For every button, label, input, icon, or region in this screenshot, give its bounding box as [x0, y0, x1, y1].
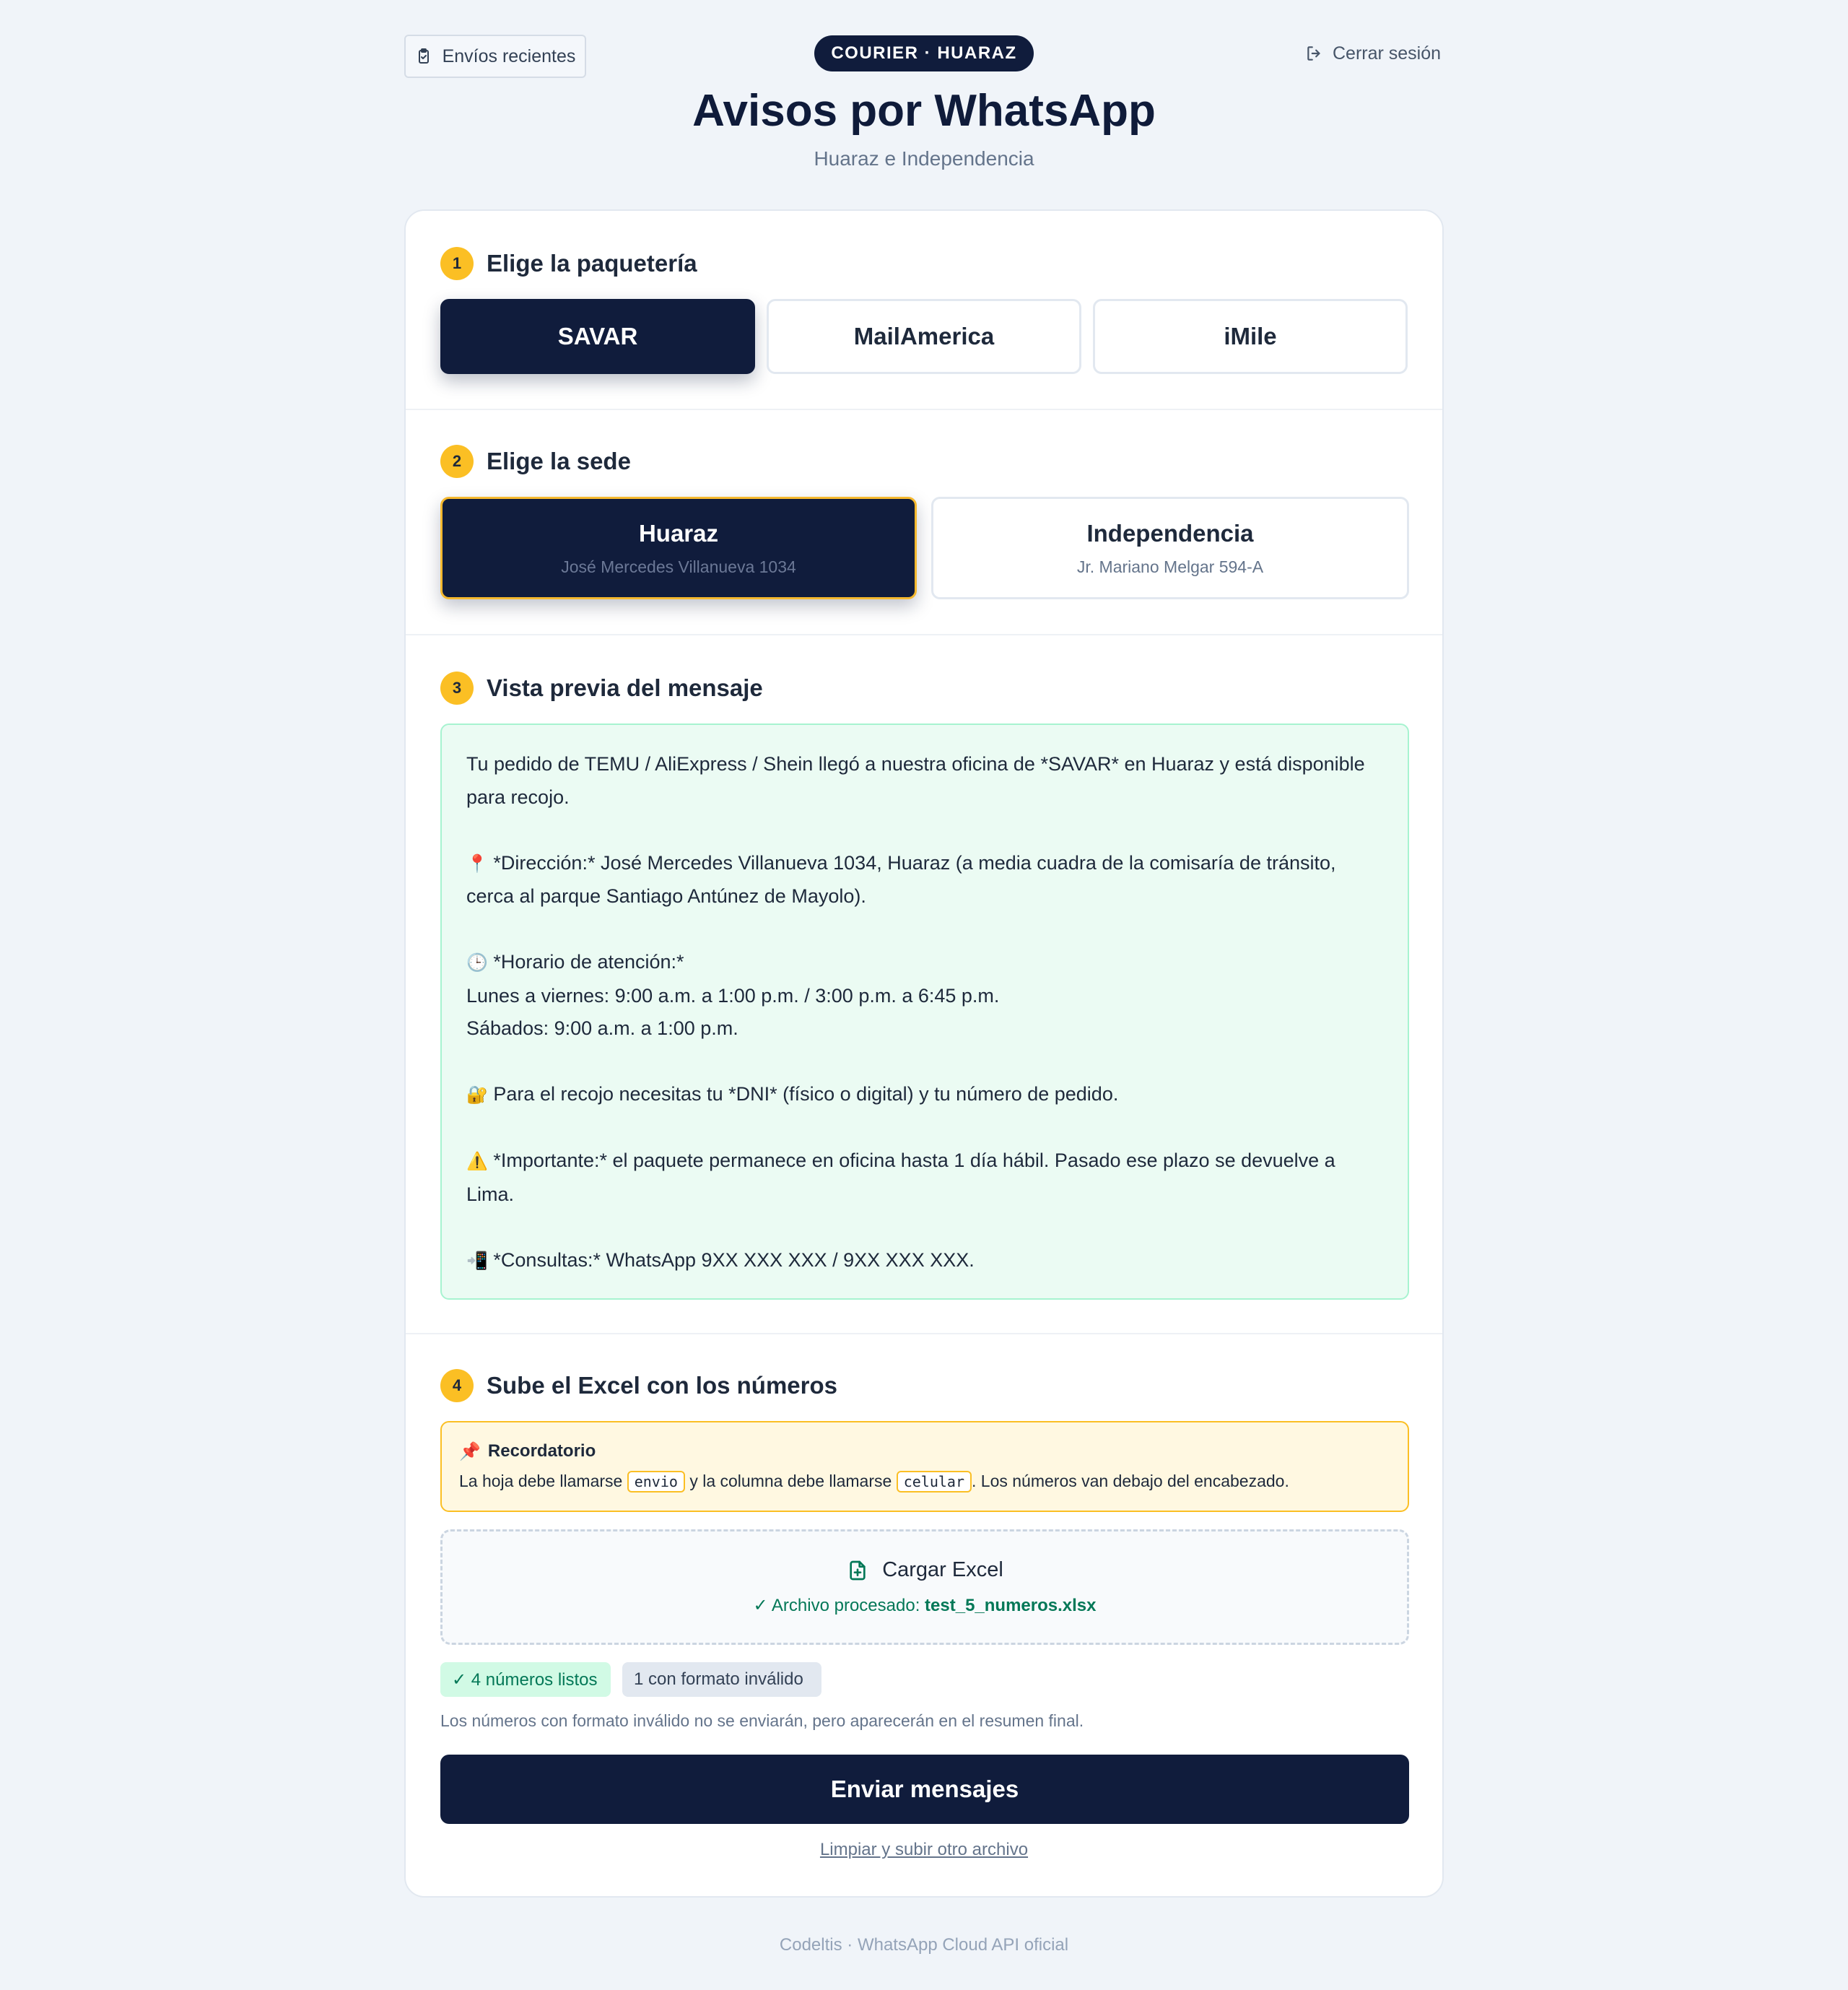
excel-upload-dropzone[interactable]: Cargar Excel ✓ Archivo procesado: test_5…	[440, 1529, 1409, 1645]
step-number: 3	[440, 672, 474, 705]
step-1-header: 1 Elige la paquetería	[440, 247, 697, 280]
preview-important: ⚠️ *Importante:* el paquete permanece en…	[466, 1150, 1335, 1205]
clear-upload-link[interactable]: Limpiar y subir otro archivo	[406, 1840, 1442, 1860]
file-plus-icon	[850, 1560, 866, 1580]
preview-intro: Tu pedido de TEMU / AliExpress / Shein l…	[466, 753, 1365, 808]
logout-button[interactable]: Cerrar sesión	[1305, 39, 1441, 68]
invalid-count-badge: 1 con formato inválido	[622, 1662, 821, 1697]
pin-icon: 📍	[466, 853, 488, 874]
step-number: 2	[440, 445, 474, 478]
step-title: Vista previa del mensaje	[487, 674, 763, 701]
recent-shipments-button[interactable]: Envíos recientes	[404, 35, 586, 78]
sede-name: Independencia	[1086, 519, 1254, 547]
sheet-name-code: envio	[627, 1471, 685, 1492]
sede-name: Huaraz	[638, 519, 719, 547]
sede-option-independencia[interactable]: Independencia Jr. Mariano Melgar 594-A	[931, 497, 1409, 599]
carrier-option-savar[interactable]: SAVAR	[440, 299, 755, 374]
courier-badge: COURIER · HUARAZ	[814, 35, 1034, 71]
logout-label: Cerrar sesión	[1333, 43, 1442, 64]
preview-requirements: 🔐 Para el recojo necesitas tu *DNI* (fís…	[466, 1083, 1119, 1105]
carrier-option-imile[interactable]: iMile	[1093, 299, 1408, 374]
invalid-note: Los números con formato inválido no se e…	[440, 1711, 1084, 1730]
upload-status: ✓ Archivo procesado: test_5_numeros.xlsx	[753, 1596, 1097, 1615]
preview-contact: 📲 *Consultas:* WhatsApp 9XX XXX XXX / 9X…	[466, 1248, 975, 1271]
step-4-header: 4 Sube el Excel con los números	[440, 1369, 837, 1402]
section-divider	[406, 409, 1442, 410]
clipboard-check-icon	[418, 48, 429, 64]
step-number: 1	[440, 247, 474, 280]
main-card: 1 Elige la paquetería SAVAR MailAmerica …	[404, 209, 1444, 1898]
step-title: Elige la sede	[487, 448, 631, 474]
step-2-header: 2 Elige la sede	[440, 445, 631, 478]
preview-address: 📍 *Dirección:* José Mercedes Villanueva …	[466, 851, 1336, 908]
column-name-code: celular	[896, 1471, 972, 1492]
sede-address: Jr. Mariano Melgar 594-A	[1076, 557, 1264, 576]
page-subtitle: Huaraz e Independencia	[814, 147, 1034, 170]
send-messages-button[interactable]: Enviar mensajes	[440, 1755, 1409, 1824]
footer: Codeltis · WhatsApp Cloud API oficial	[779, 1935, 1069, 1955]
page: Envíos recientes COURIER · HUARAZ Cerrar…	[0, 0, 1848, 1990]
warning-icon: ⚠️	[466, 1151, 488, 1171]
valid-count-badge: ✓ 4 números listos	[440, 1662, 611, 1697]
preview-hours-title: 🕒 *Horario de atención:*	[466, 951, 684, 973]
step-number: 4	[440, 1369, 474, 1402]
step-title: Sube el Excel con los números	[487, 1372, 837, 1399]
upload-label: Cargar Excel	[846, 1558, 1003, 1582]
step-3-header: 3 Vista previa del mensaje	[440, 672, 763, 705]
page-title: Avisos por WhatsApp	[692, 86, 1156, 136]
recent-shipments-label: Envíos recientes	[442, 45, 576, 66]
reminder-text: La hoja debe llamarse envio y la columna…	[459, 1469, 1390, 1494]
lock-icon: 🔐	[466, 1085, 488, 1105]
step-title: Elige la paquetería	[487, 250, 697, 277]
preview-hours-saturday: Sábados: 9:00 a.m. a 1:00 p.m.	[466, 1017, 738, 1039]
pushpin-icon: 📌	[459, 1441, 481, 1461]
reminder-title: 📌 Recordatorio	[459, 1441, 596, 1461]
reminder-box: 📌 Recordatorio La hoja debe llamarse env…	[440, 1421, 1409, 1512]
phone-icon: 📲	[466, 1250, 488, 1271]
logout-icon	[1307, 46, 1320, 61]
uploaded-filename: test_5_numeros.xlsx	[925, 1596, 1097, 1615]
carrier-option-mailamerica[interactable]: MailAmerica	[767, 299, 1081, 374]
sede-option-huaraz[interactable]: Huaraz José Mercedes Villanueva 1034	[440, 497, 917, 599]
message-preview: Tu pedido de TEMU / AliExpress / Shein l…	[440, 724, 1409, 1300]
section-divider	[406, 634, 1442, 635]
preview-hours-weekdays: Lunes a viernes: 9:00 a.m. a 1:00 p.m. /…	[466, 984, 1000, 1007]
sede-address: José Mercedes Villanueva 1034	[561, 557, 796, 576]
clock-icon: 🕒	[466, 952, 488, 973]
section-divider	[406, 1333, 1442, 1334]
